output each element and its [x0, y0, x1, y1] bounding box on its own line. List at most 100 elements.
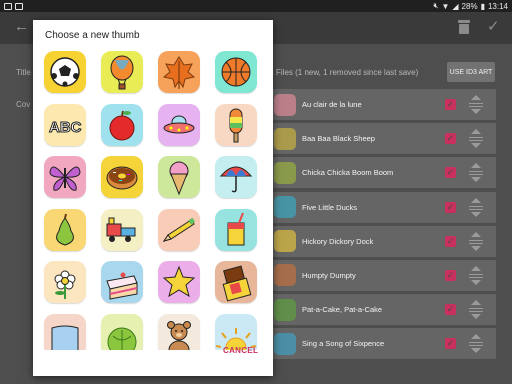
thumb-option-shape-1[interactable]: [44, 313, 86, 350]
basketball-icon: [221, 57, 251, 87]
arrow-left-icon[interactable]: ←: [14, 18, 29, 35]
signal-icon: ◢: [452, 1, 459, 11]
thumb-option-hot-air-balloon[interactable]: [101, 51, 143, 93]
track-row[interactable]: Chicka Chicka Boom Boom ✓: [272, 157, 496, 189]
track-thumb[interactable]: [274, 93, 296, 116]
thumb-option-butterfly[interactable]: [44, 156, 86, 198]
thumb-option-toy-train[interactable]: [101, 208, 143, 251]
mute-icon: 🔇︎: [433, 1, 439, 10]
thumb-option-teddy-bear[interactable]: [158, 313, 200, 350]
track-row[interactable]: Humpty Dumpty ✓: [272, 259, 496, 291]
files-info: Files (1 new, 1 removed since last save): [276, 68, 419, 77]
track-list: Au clair de la lune ✓ Baa Baa Black Sheep ✓…: [272, 89, 496, 363]
title-label: Title: [16, 68, 31, 77]
cake-slice-icon: [106, 272, 138, 300]
star-icon: [162, 265, 196, 298]
thumb-grid-scroll[interactable]: ABC: [33, 47, 273, 350]
track-thumb[interactable]: [274, 127, 296, 150]
track-row[interactable]: Hickory Dickory Dock ✓: [272, 225, 496, 257]
check-icon[interactable]: ✓: [487, 17, 500, 35]
track-row[interactable]: Five Little Ducks ✓: [272, 191, 496, 223]
thumb-option-autumn-leaf[interactable]: [158, 51, 200, 93]
thumb-option-apple[interactable]: [101, 103, 143, 146]
thumb-option-basketball[interactable]: [215, 51, 257, 93]
track-thumb[interactable]: [274, 264, 296, 287]
track-row[interactable]: Sing a Song of Sixpence ✓: [272, 328, 496, 360]
soccer-ball-icon: [50, 57, 80, 87]
ice-cream-cone-icon: [169, 161, 189, 196]
drag-handle-icon[interactable]: [469, 129, 483, 149]
track-checkbox[interactable]: ✓: [445, 167, 456, 179]
toy-train-icon: [106, 217, 136, 242]
track-row[interactable]: Au clair de la lune ✓: [272, 89, 496, 120]
thumb-option-drink-cup[interactable]: [215, 208, 257, 251]
drag-handle-icon[interactable]: [469, 265, 483, 285]
umbrella-icon: [219, 166, 253, 193]
status-bar: 🔇︎ ▼ ◢ 28% ▮ 13:14: [0, 0, 512, 12]
thumb-option-ufo[interactable]: [158, 103, 200, 146]
gallery-icon: [4, 2, 12, 10]
drag-handle-icon[interactable]: [469, 163, 483, 183]
track-thumb[interactable]: [274, 332, 296, 355]
track-thumb[interactable]: [274, 230, 296, 253]
thumb-option-abc-letters[interactable]: ABC: [44, 103, 86, 146]
track-checkbox[interactable]: ✓: [445, 235, 456, 247]
trash-icon[interactable]: [458, 20, 470, 34]
chocolate-bar-icon: [222, 265, 252, 302]
track-row[interactable]: Baa Baa Black Sheep ✓: [272, 123, 496, 155]
svg-text:ABC: ABC: [49, 119, 82, 136]
thumb-option-pear[interactable]: [44, 208, 86, 251]
pear-icon: [56, 213, 74, 246]
shape-1-icon: [51, 325, 79, 350]
drink-cup-icon: [227, 212, 245, 245]
drag-handle-icon[interactable]: [469, 231, 483, 251]
thumb-option-star[interactable]: [158, 261, 200, 303]
thumb-option-soccer-ball[interactable]: [44, 51, 86, 93]
track-thumb[interactable]: [274, 161, 296, 184]
use-id3-art-button[interactable]: USE ID3 ART: [447, 62, 495, 82]
thumb-option-chocolate-bar[interactable]: [215, 261, 257, 303]
thumb-option-cake-slice[interactable]: [101, 261, 143, 303]
thumb-option-donut[interactable]: [101, 156, 143, 198]
apple-icon: [109, 110, 135, 140]
track-title: Chicka Chicka Boom Boom: [302, 168, 394, 178]
status-left-icons: [4, 2, 23, 10]
drag-handle-icon[interactable]: [469, 95, 483, 114]
thumb-option-pencil[interactable]: [158, 208, 200, 251]
butterfly-icon: [49, 166, 81, 191]
thumb-option-sun[interactable]: [215, 313, 257, 350]
thumb-grid: ABC: [44, 51, 264, 350]
track-title: Humpty Dumpty: [302, 270, 356, 280]
drag-handle-icon[interactable]: [469, 300, 483, 320]
track-checkbox[interactable]: ✓: [445, 338, 456, 350]
hot-air-balloon-icon: [110, 55, 134, 90]
track-checkbox[interactable]: ✓: [445, 269, 456, 281]
teddy-bear-icon: [167, 320, 191, 350]
track-thumb[interactable]: [274, 298, 296, 321]
drag-handle-icon[interactable]: [469, 334, 483, 354]
screenshot-icon: [15, 2, 23, 10]
track-title: Sing a Song of Sixpence: [302, 339, 385, 349]
track-row[interactable]: Pat-a-Cake, Pat-a-Cake ✓: [272, 294, 496, 326]
clock: 13:14: [487, 1, 508, 11]
choose-thumb-dialog: Choose a new thumb ABC CANCEL: [33, 20, 273, 376]
cancel-button[interactable]: CANCEL: [223, 346, 258, 355]
track-title: Au clair de la lune: [302, 100, 362, 109]
battery-icon: ▮: [480, 1, 485, 11]
thumb-option-ice-cream-cone[interactable]: [158, 156, 200, 198]
thumb-option-ice-pop[interactable]: [215, 103, 257, 146]
pencil-icon: [162, 217, 196, 242]
thumb-option-flower[interactable]: [44, 261, 86, 303]
cabbage-icon: [107, 327, 137, 350]
track-checkbox[interactable]: ✓: [445, 133, 456, 145]
track-checkbox[interactable]: ✓: [445, 304, 456, 316]
autumn-leaf-icon: [162, 56, 196, 89]
track-checkbox[interactable]: ✓: [445, 99, 456, 110]
thumb-option-cabbage[interactable]: [101, 313, 143, 350]
thumb-option-umbrella[interactable]: [215, 156, 257, 198]
ice-pop-icon: [229, 108, 243, 142]
track-thumb[interactable]: [274, 196, 296, 219]
donut-icon: [106, 166, 138, 190]
drag-handle-icon[interactable]: [469, 197, 483, 217]
track-checkbox[interactable]: ✓: [445, 201, 456, 213]
